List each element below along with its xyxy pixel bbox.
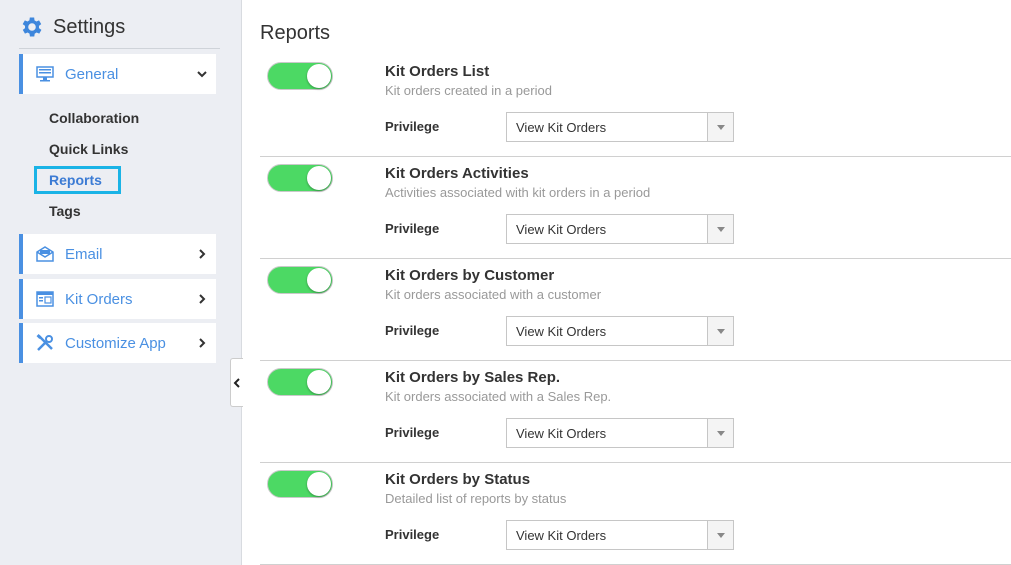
- privilege-label: Privilege: [385, 527, 440, 542]
- report-toggle[interactable]: [267, 164, 333, 192]
- report-title: Kit Orders by Sales Rep.: [385, 369, 561, 386]
- privilege-select-value: View Kit Orders: [516, 323, 607, 339]
- envelope-icon: [35, 244, 55, 264]
- menu-item-label: Kit Orders: [65, 290, 133, 308]
- privilege-select-value: View Kit Orders: [516, 425, 607, 441]
- privilege-label: Privilege: [385, 221, 440, 236]
- monitor-icon: [35, 64, 55, 84]
- menu-item-label: Customize App: [65, 334, 166, 352]
- menu-item-customize-app[interactable]: Customize App: [19, 323, 216, 363]
- report-description: Activities associated with kit orders in…: [385, 185, 651, 200]
- settings-header: Settings: [19, 12, 220, 49]
- report-toggle[interactable]: [267, 62, 333, 90]
- tools-icon: [35, 333, 55, 353]
- privilege-select[interactable]: View Kit Orders: [506, 418, 734, 448]
- privilege-label: Privilege: [385, 425, 440, 440]
- report-title: Kit Orders List: [385, 63, 490, 80]
- chevron-down-icon: [197, 71, 207, 78]
- privilege-select[interactable]: View Kit Orders: [506, 112, 734, 142]
- report-toggle[interactable]: [267, 470, 333, 498]
- privilege-label: Privilege: [385, 119, 440, 134]
- submenu-item-reports[interactable]: Reports: [34, 166, 121, 194]
- report-description: Kit orders created in a period: [385, 83, 552, 98]
- report-row: Kit Orders List Kit orders created in a …: [260, 58, 1011, 157]
- sidebar-collapse-button[interactable]: [230, 358, 243, 407]
- report-description: Detailed list of reports by status: [385, 491, 567, 506]
- submenu-item-collaboration[interactable]: Collaboration: [49, 110, 139, 126]
- privilege-select[interactable]: View Kit Orders: [506, 316, 734, 346]
- privilege-select[interactable]: View Kit Orders: [506, 520, 734, 550]
- privilege-label: Privilege: [385, 323, 440, 338]
- menu-item-general[interactable]: General: [19, 54, 216, 94]
- report-row: Kit Orders by Customer Kit orders associ…: [260, 262, 1011, 361]
- report-toggle[interactable]: [267, 368, 333, 396]
- privilege-select[interactable]: View Kit Orders: [506, 214, 734, 244]
- report-row: Kit Orders Activities Activities associa…: [260, 160, 1011, 259]
- privilege-select-value: View Kit Orders: [516, 119, 607, 135]
- privilege-select-value: View Kit Orders: [516, 527, 607, 543]
- dropdown-arrow-icon: [707, 419, 733, 447]
- report-title: Kit Orders by Status: [385, 471, 531, 488]
- report-description: Kit orders associated with a Sales Rep.: [385, 389, 612, 404]
- menu-item-kit-orders[interactable]: Kit Orders: [19, 279, 216, 319]
- chevron-right-icon: [199, 294, 206, 304]
- dropdown-arrow-icon: [707, 215, 733, 243]
- menu-item-label: General: [65, 65, 119, 83]
- settings-title: Settings: [53, 15, 126, 38]
- dropdown-arrow-icon: [707, 113, 733, 141]
- gear-icon: [22, 17, 42, 37]
- dropdown-arrow-icon: [707, 317, 733, 345]
- report-title: Kit Orders by Customer: [385, 267, 555, 284]
- menu-item-email[interactable]: Email: [19, 234, 216, 274]
- dropdown-arrow-icon: [707, 521, 733, 549]
- window-list-icon: [35, 289, 55, 309]
- submenu-item-tags[interactable]: Tags: [49, 203, 81, 219]
- report-row: Kit Orders by Sales Rep. Kit orders asso…: [260, 364, 1011, 463]
- chevron-right-icon: [199, 338, 206, 348]
- report-description: Kit orders associated with a customer: [385, 287, 602, 302]
- menu-item-label: Email: [65, 245, 103, 263]
- chevron-right-icon: [199, 249, 206, 259]
- report-title: Kit Orders Activities: [385, 165, 529, 182]
- report-row: Kit Orders by Status Detailed list of re…: [260, 466, 1011, 565]
- sidebar: Settings General Collaboration Quick Lin…: [0, 0, 242, 565]
- submenu-item-quick-links[interactable]: Quick Links: [49, 141, 128, 157]
- chevron-left-icon: [233, 377, 240, 388]
- page-title: Reports: [260, 22, 331, 44]
- privilege-select-value: View Kit Orders: [516, 221, 607, 237]
- report-toggle[interactable]: [267, 266, 333, 294]
